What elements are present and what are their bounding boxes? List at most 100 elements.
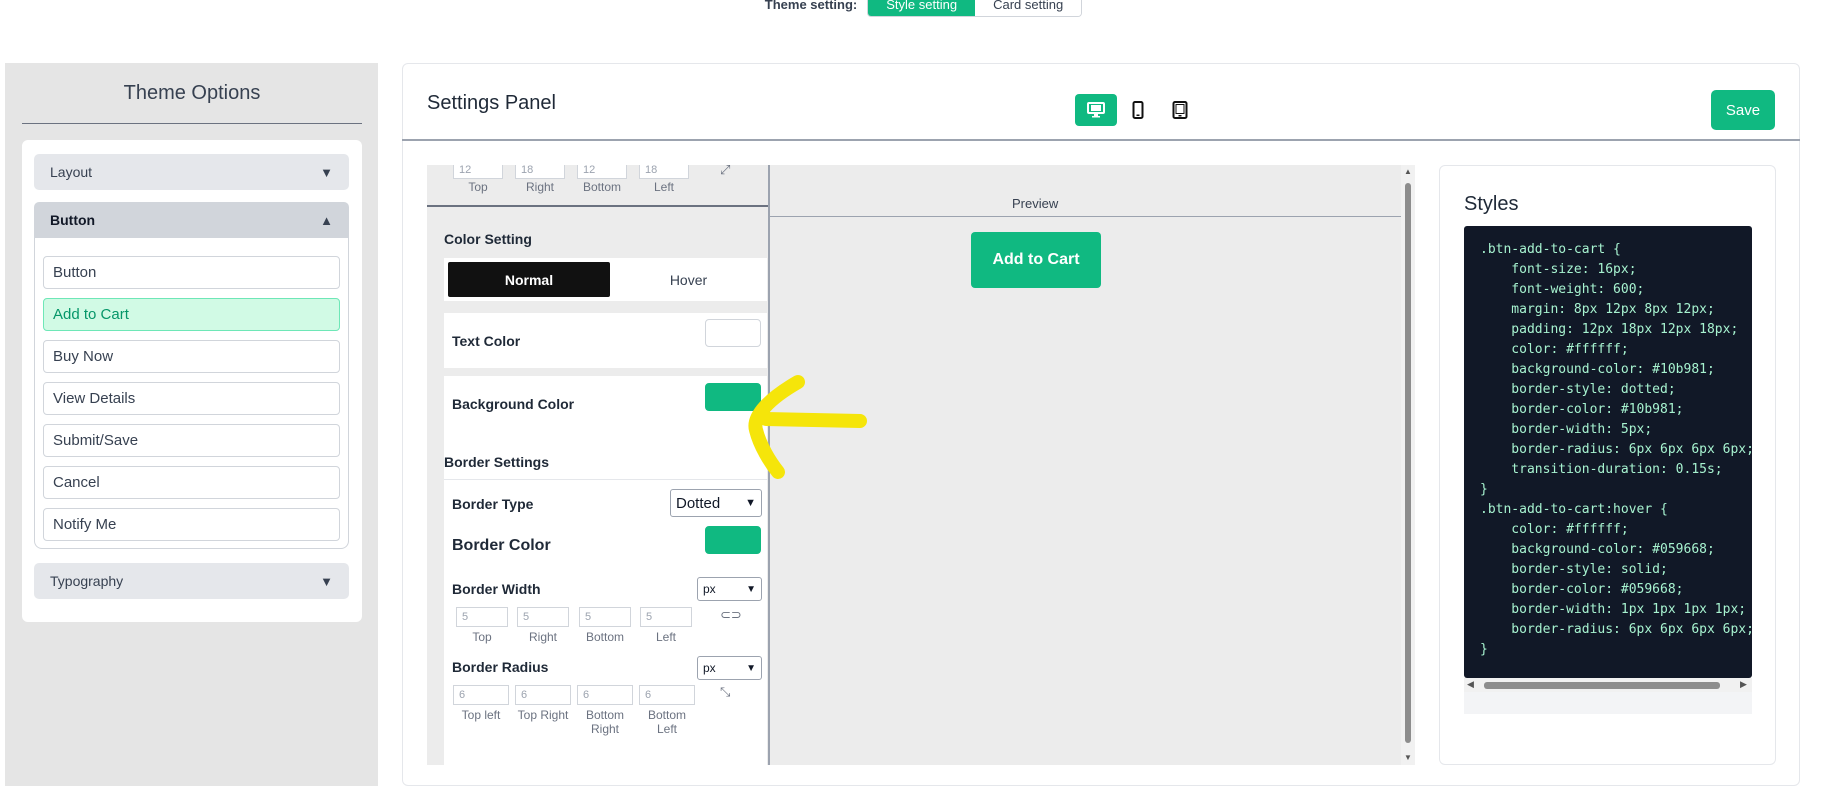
style-controls: 12 18 12 18 Top Right Bottom Left ⤢ Colo… xyxy=(427,165,770,765)
border-color-swatch[interactable] xyxy=(705,526,761,554)
tablet-icon xyxy=(1172,101,1188,119)
card-setting-tab[interactable]: Card setting xyxy=(975,0,1082,16)
list-item-notify-me[interactable]: Notify Me xyxy=(43,508,340,541)
border-settings-title: Border Settings xyxy=(444,454,550,470)
border-type-value: Dotted xyxy=(676,494,721,512)
margin-top-input[interactable]: 12 xyxy=(453,165,503,179)
scroll-left-icon[interactable]: ◀ xyxy=(1467,679,1474,690)
border-type-label: Border Type xyxy=(452,496,534,512)
margin-right-label: Right xyxy=(525,180,554,194)
text-color-label: Text Color xyxy=(452,333,521,349)
list-item-button[interactable]: Button xyxy=(43,256,340,289)
margin-divider xyxy=(427,205,768,207)
margin-top-label: Top xyxy=(468,180,488,194)
border-type-select[interactable]: Dotted ▼ xyxy=(670,489,762,517)
border-radius-top-right-label: Top Right xyxy=(517,708,569,722)
list-item-add-to-cart[interactable]: Add to Cart xyxy=(43,298,340,331)
preview-divider xyxy=(770,216,1402,217)
border-radius-unit-select[interactable]: px ▼ xyxy=(697,656,762,680)
border-radius-bottom-left-label: Bottom Left xyxy=(647,708,686,736)
color-setting-title: Color Setting xyxy=(444,231,532,247)
theme-setting-toggle: Theme setting: Style setting Card settin… xyxy=(0,0,1847,18)
styles-title: Styles xyxy=(1464,193,1519,215)
accordion-button-label: Button xyxy=(50,212,96,228)
border-radius-top-left-input[interactable]: 6 xyxy=(453,685,509,705)
margin-bottom-label: Bottom xyxy=(582,180,621,194)
border-width-bottom-label: Bottom xyxy=(585,630,624,644)
border-width-right-label: Right xyxy=(528,630,557,644)
chevron-down-icon: ▼ xyxy=(745,497,756,509)
border-width-link-icon[interactable]: ⊂⊃ xyxy=(720,607,742,623)
normal-tab[interactable]: Normal xyxy=(448,262,610,297)
border-radius-top-right-input[interactable]: 6 xyxy=(515,685,571,705)
style-setting-tab[interactable]: Style setting xyxy=(868,0,976,16)
border-width-right-input[interactable]: 5 xyxy=(517,607,569,627)
border-radius-unit-value: px xyxy=(703,661,716,675)
margin-bottom-input[interactable]: 12 xyxy=(577,165,627,179)
list-item-view-details[interactable]: View Details xyxy=(43,382,340,415)
sidebar-divider xyxy=(22,123,362,124)
accordion-layout-label: Layout xyxy=(50,164,93,180)
settings-panel-title: Settings Panel xyxy=(427,92,556,114)
mobile-view-button[interactable] xyxy=(1117,94,1159,126)
border-radius-bottom-left-input[interactable]: 6 xyxy=(639,685,695,705)
desktop-view-button[interactable] xyxy=(1075,94,1117,126)
panel-divider xyxy=(402,139,1800,141)
desktop-icon xyxy=(1087,102,1105,118)
mobile-icon xyxy=(1132,101,1144,119)
list-item-buy-now[interactable]: Buy Now xyxy=(43,340,340,373)
border-color-label: Border Color xyxy=(452,537,551,554)
theme-setting-label: Theme setting: xyxy=(764,0,858,12)
code-footer xyxy=(1464,692,1752,714)
border-width-label: Border Width xyxy=(452,581,541,597)
border-radius-unlink-icon[interactable]: ⤡ xyxy=(720,684,730,700)
scroll-up-icon[interactable]: ▲ xyxy=(1404,167,1412,176)
border-width-top-label: Top xyxy=(472,630,492,644)
border-width-unit-value: px xyxy=(703,582,716,596)
border-radius-bottom-right-label: Bottom Right xyxy=(585,708,624,736)
background-color-label: Background Color xyxy=(452,396,575,412)
text-color-swatch[interactable] xyxy=(705,319,761,347)
border-title-divider xyxy=(444,479,768,480)
border-width-bottom-input[interactable]: 5 xyxy=(579,607,631,627)
hover-tab[interactable]: Hover xyxy=(610,262,767,297)
vertical-scrollbar[interactable]: ▲ ▼ xyxy=(1401,165,1415,765)
save-button[interactable]: Save xyxy=(1711,90,1775,130)
chevron-down-icon: ▼ xyxy=(746,662,756,674)
code-scrollbar-thumb[interactable] xyxy=(1484,682,1720,689)
caret-down-icon: ▼ xyxy=(320,164,333,180)
margin-left-label: Left xyxy=(653,180,674,194)
margin-right-input[interactable]: 18 xyxy=(515,165,565,179)
code-horizontal-scrollbar[interactable]: ◀ ▶ xyxy=(1464,678,1752,692)
scroll-down-icon[interactable]: ▼ xyxy=(1404,753,1412,762)
sidebar-title: Theme Options xyxy=(123,82,261,104)
device-switcher xyxy=(1075,94,1201,126)
preview-add-to-cart-button[interactable]: Add to Cart xyxy=(971,232,1101,288)
accordion-typography-label: Typography xyxy=(50,573,124,589)
margin-link-icon[interactable]: ⤢ xyxy=(720,165,730,178)
margin-left-input[interactable]: 18 xyxy=(639,165,689,179)
preview-label: Preview xyxy=(1012,196,1059,211)
list-item-submit-save[interactable]: Submit/Save xyxy=(43,424,340,457)
border-width-top-input[interactable]: 5 xyxy=(456,607,508,627)
css-code-text: .btn-add-to-cart { font-size: 16px; font… xyxy=(1480,242,1752,657)
annotation-arrow-icon xyxy=(748,375,867,479)
css-code-block: .btn-add-to-cart { font-size: 16px; font… xyxy=(1464,226,1752,678)
theme-setting-segment: Style setting Card setting xyxy=(867,0,1083,17)
border-width-left-input[interactable]: 5 xyxy=(640,607,692,627)
border-radius-bottom-right-input[interactable]: 6 xyxy=(577,685,633,705)
chevron-down-icon: ▼ xyxy=(746,583,756,595)
scroll-right-icon[interactable]: ▶ xyxy=(1740,679,1747,690)
scrollbar-thumb[interactable] xyxy=(1405,183,1411,743)
accordion-button[interactable]: Button ▲ xyxy=(34,202,349,238)
border-radius-label: Border Radius xyxy=(452,659,549,675)
list-item-cancel[interactable]: Cancel xyxy=(43,466,340,499)
work-area: 12 18 12 18 Top Right Bottom Left ⤢ Colo… xyxy=(427,165,1415,765)
accordion-typography[interactable]: Typography ▼ xyxy=(34,563,349,599)
caret-up-icon: ▲ xyxy=(320,212,333,228)
border-radius-top-left-label: Top left xyxy=(461,708,501,722)
border-width-left-label: Left xyxy=(655,630,676,644)
tablet-view-button[interactable] xyxy=(1159,94,1201,126)
border-width-unit-select[interactable]: px ▼ xyxy=(697,577,762,601)
accordion-layout[interactable]: Layout ▼ xyxy=(34,154,349,190)
